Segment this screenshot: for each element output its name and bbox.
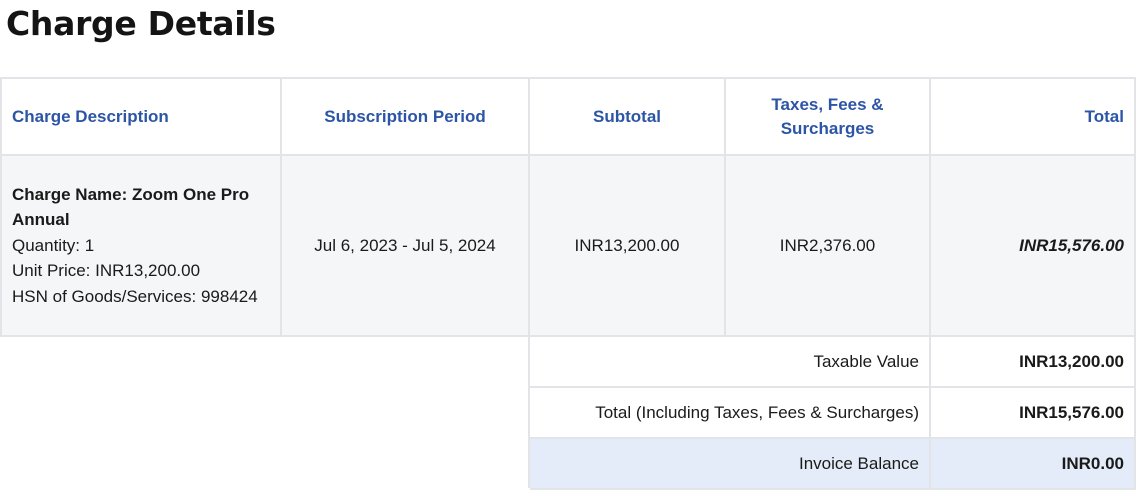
subtotal-cell: INR13,200.00 (528, 154, 726, 337)
grand-total-amount: INR15,576.00 (929, 386, 1136, 439)
charge-unit-price: Unit Price: INR13,200.00 (12, 261, 201, 281)
charge-quantity: Quantity: 1 (12, 235, 95, 255)
charge-name: Charge Name: Zoom One Pro Annual (12, 184, 250, 230)
charge-details-table: Charge Description Subscription Period S… (0, 77, 1136, 490)
invoice-balance-label: Invoice Balance (528, 437, 931, 490)
header-taxes-fees-surcharges: Taxes, Fees & Surcharges (724, 77, 931, 156)
summary-spacer (0, 335, 530, 490)
taxable-value-amount: INR13,200.00 (929, 335, 1136, 388)
total-cell: INR15,576.00 (929, 154, 1136, 337)
header-subscription-period: Subscription Period (280, 77, 530, 156)
taxable-value-row: Taxable Value INR13,200.00 (0, 335, 1136, 490)
header-subtotal: Subtotal (528, 77, 726, 156)
header-total: Total (929, 77, 1136, 156)
grand-total-label: Total (Including Taxes, Fees & Surcharge… (528, 386, 931, 439)
header-charge-description: Charge Description (0, 77, 282, 156)
table-header-row: Charge Description Subscription Period S… (0, 77, 1136, 156)
table-row: Charge Name: Zoom One Pro Annual Quantit… (0, 154, 1136, 337)
charge-hsn: HSN of Goods/Services: 998424 (12, 286, 258, 306)
invoice-balance-amount: INR0.00 (929, 437, 1136, 490)
subscription-period-cell: Jul 6, 2023 - Jul 5, 2024 (280, 154, 530, 337)
charge-description-cell: Charge Name: Zoom One Pro Annual Quantit… (0, 154, 282, 337)
page-title: Charge Details (6, 4, 276, 43)
taxes-cell: INR2,376.00 (724, 154, 931, 337)
taxable-value-label: Taxable Value (528, 335, 931, 388)
